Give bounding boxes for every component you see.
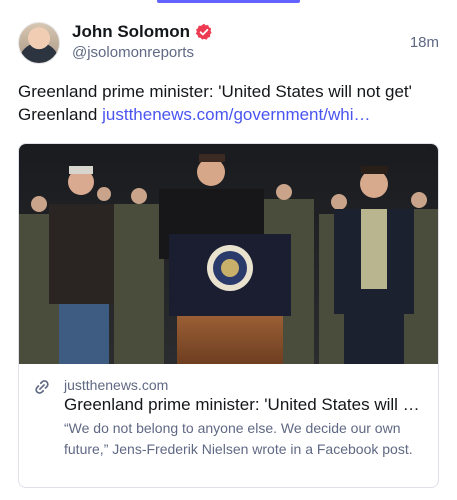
author-name-row[interactable]: John Solomon [72, 22, 213, 42]
post-time[interactable]: 18m [410, 34, 439, 51]
preview-image[interactable] [19, 144, 439, 364]
link-description: “We do not belong to anyone else. We dec… [64, 420, 413, 457]
verified-badge-icon [195, 23, 212, 40]
link-icon [35, 380, 49, 394]
link-preview-card[interactable]: justthenews.com Greenland prime minister… [18, 143, 439, 488]
avatar[interactable] [18, 22, 60, 64]
link-info[interactable]: justthenews.com Greenland prime minister… [19, 364, 438, 487]
author-handle[interactable]: @jsolomonreports [72, 44, 194, 61]
active-tab-indicator [157, 0, 300, 3]
status-header: John Solomon @jsolomonreports 18m [18, 20, 439, 66]
link-title[interactable]: Greenland prime minister: 'United States… [64, 395, 426, 415]
status-content: Greenland prime minister: 'United States… [18, 80, 438, 126]
status-link[interactable]: justthenews.com/government/whi… [102, 105, 370, 124]
display-name[interactable]: John Solomon [72, 22, 190, 42]
link-domain: justthenews.com [64, 377, 169, 393]
status-card: John Solomon @jsolomonreports 18m Greenl… [0, 0, 457, 500]
